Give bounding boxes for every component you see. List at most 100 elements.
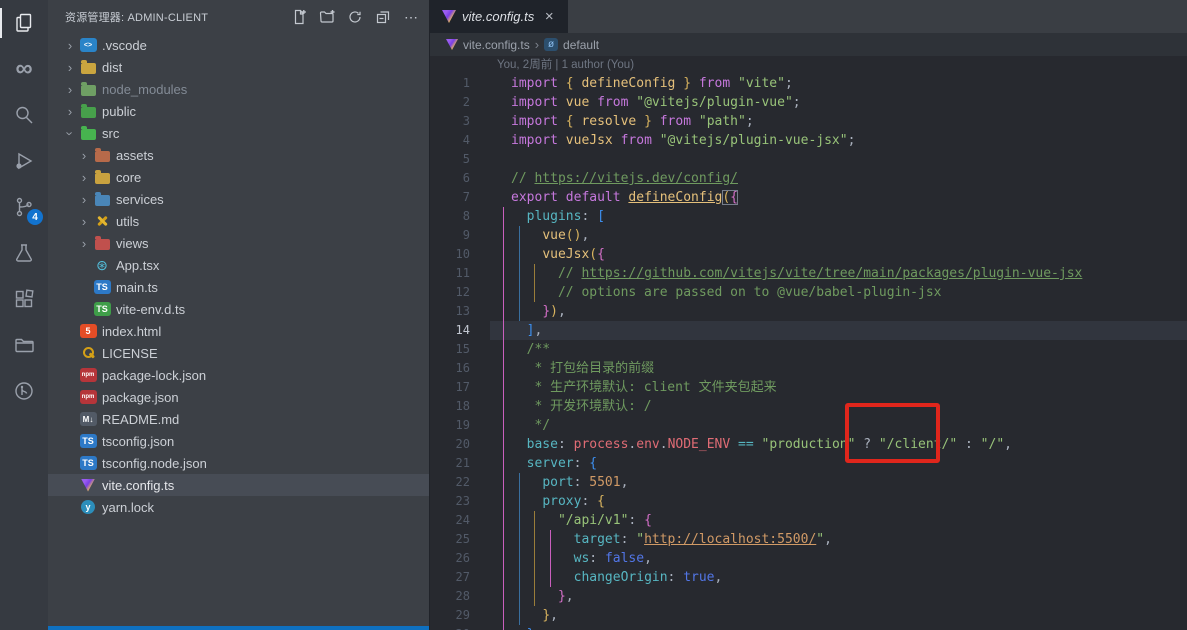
infinity-extension-icon[interactable]: ∞ <box>0 46 48 92</box>
code-line-17[interactable]: 17 * 生产环境默认: client 文件夹包起来 <box>430 378 1187 397</box>
code-line-8[interactable]: 8 plugins: [ <box>430 207 1187 226</box>
refresh-button[interactable] <box>345 7 365 27</box>
chevron-right-icon[interactable]: › <box>76 236 92 251</box>
chevron-right-icon[interactable]: › <box>62 60 78 75</box>
tree-item-vite-env.d.ts[interactable]: TSvite-env.d.ts <box>48 298 429 320</box>
extensions-icon[interactable] <box>0 276 48 322</box>
code-line-3[interactable]: 3import { resolve } from "path"; <box>430 112 1187 131</box>
code-text: * 打包给目录的前缀 <box>511 359 654 378</box>
code-line-6[interactable]: 6// https://vitejs.dev/config/ <box>430 169 1187 188</box>
tree-item-utils[interactable]: ›utils <box>48 210 429 232</box>
folder-explorer-icon[interactable] <box>0 322 48 368</box>
code-line-26[interactable]: 26 ws: false, <box>430 549 1187 568</box>
code-line-14[interactable]: 14 ],You, 2周前 • ✨前端 ui 升级 暗黑主题 … <box>430 321 1187 340</box>
code-line-23[interactable]: 23 proxy: { <box>430 492 1187 511</box>
code-text: // https://github.com/vitejs/vite/tree/m… <box>511 264 1082 283</box>
typescript-file-icon: TS <box>78 456 98 470</box>
run-and-debug-icon[interactable] <box>0 138 48 184</box>
tab-vite-config[interactable]: vite.config.ts × <box>430 0 568 33</box>
tree-item-App.tsx[interactable]: ⊛App.tsx <box>48 254 429 276</box>
more-actions-button[interactable]: ⋯ <box>401 7 421 27</box>
tree-item-main.ts[interactable]: TSmain.ts <box>48 276 429 298</box>
new-file-button[interactable] <box>289 7 309 27</box>
code-line-22[interactable]: 22 port: 5501, <box>430 473 1187 492</box>
code-line-2[interactable]: 2import vue from "@vitejs/plugin-vue"; <box>430 93 1187 112</box>
tree-item-LICENSE[interactable]: LICENSE <box>48 342 429 364</box>
tree-item-index.html[interactable]: 5index.html <box>48 320 429 342</box>
tree-item-tsconfig.json[interactable]: TStsconfig.json <box>48 430 429 452</box>
new-folder-button[interactable] <box>317 7 337 27</box>
code-line-15[interactable]: 15 /** <box>430 340 1187 359</box>
npm-file-icon: npm <box>78 390 98 404</box>
tree-item-assets[interactable]: › assets <box>48 144 429 166</box>
tree-item-core[interactable]: ›core <box>48 166 429 188</box>
code-line-19[interactable]: 19 */ <box>430 416 1187 435</box>
code-line-30[interactable]: 30 }, <box>430 625 1187 630</box>
code-line-25[interactable]: 25 target: "http://localhost:5500/", <box>430 530 1187 549</box>
testing-icon[interactable] <box>0 230 48 276</box>
code-line-9[interactable]: 9 vue(), <box>430 226 1187 245</box>
tree-item-yarn.lock[interactable]: yyarn.lock <box>48 496 429 518</box>
line-number: 14 <box>430 321 470 340</box>
chevron-right-icon[interactable]: › <box>76 170 92 185</box>
tree-item-label: views <box>116 236 149 251</box>
collapse-all-button[interactable] <box>373 7 393 27</box>
tree-item-public[interactable]: › public <box>48 100 429 122</box>
explorer-icon[interactable] <box>0 0 48 46</box>
code-line-27[interactable]: 27 changeOrigin: true, <box>430 568 1187 587</box>
tree-item-package.json[interactable]: npmpackage.json <box>48 386 429 408</box>
code-line-4[interactable]: 4import vueJsx from "@vitejs/plugin-vue-… <box>430 131 1187 150</box>
tree-item-tsconfig.node.json[interactable]: TStsconfig.node.json <box>48 452 429 474</box>
tree-item-node_modules[interactable]: ›node_modules <box>48 78 429 100</box>
code-line-28[interactable]: 28 }, <box>430 587 1187 606</box>
chevron-right-icon[interactable]: › <box>62 38 78 53</box>
tree-item-src[interactable]: ›src <box>48 122 429 144</box>
code-line-24[interactable]: 24 "/api/v1": { <box>430 511 1187 530</box>
code-line-11[interactable]: 11 // https://github.com/vitejs/vite/tre… <box>430 264 1187 283</box>
line-number: 7 <box>430 188 470 207</box>
line-number: 8 <box>430 207 470 226</box>
breadcrumb-file[interactable]: vite.config.ts <box>446 38 530 52</box>
tab-close-icon[interactable]: × <box>540 8 558 26</box>
breadcrumb-symbol-default[interactable]: ø default <box>544 38 599 52</box>
search-icon[interactable] <box>0 92 48 138</box>
chevron-right-icon[interactable]: › <box>76 214 92 229</box>
chevron-right-icon[interactable]: › <box>76 148 92 163</box>
code-line-13[interactable]: 13 }), <box>430 302 1187 321</box>
codelens-blame[interactable]: You, 2周前 | 1 author (You) <box>430 56 1187 74</box>
code-text: }, <box>511 587 574 606</box>
code-line-7[interactable]: 7export default defineConfig({ <box>430 188 1187 207</box>
code-text: ws: false, <box>511 549 652 568</box>
tree-item-.vscode[interactable]: ›<>.vscode <box>48 34 429 56</box>
chevron-right-icon[interactable]: › <box>62 82 78 97</box>
code-line-10[interactable]: 10 vueJsx({ <box>430 245 1187 264</box>
code-line-5[interactable]: 5 <box>430 150 1187 169</box>
tree-item-dist[interactable]: ›dist <box>48 56 429 78</box>
chevron-down-icon[interactable]: › <box>63 125 78 141</box>
code-line-1[interactable]: 1import { defineConfig } from "vite"; <box>430 74 1187 93</box>
code-line-16[interactable]: 16 * 打包给目录的前缀 <box>430 359 1187 378</box>
html-file-icon: 5 <box>78 324 98 338</box>
tree-item-label: public <box>102 104 136 119</box>
code-line-29[interactable]: 29 }, <box>430 606 1187 625</box>
source-control-icon[interactable]: 4 <box>0 184 48 230</box>
tree-item-label: yarn.lock <box>102 500 154 515</box>
tree-item-vite.config.ts[interactable]: vite.config.ts <box>48 474 429 496</box>
line-number: 3 <box>430 112 470 131</box>
code-line-18[interactable]: 18 * 开发环境默认: / <box>430 397 1187 416</box>
chevron-right-icon[interactable]: › <box>62 104 78 119</box>
breadcrumb-separator: › <box>535 37 539 52</box>
explorer-header: 资源管理器: ADMIN-CLIENT ⋯ <box>48 0 429 34</box>
tree-item-label: assets <box>116 148 154 163</box>
code-line-21[interactable]: 21 server: { <box>430 454 1187 473</box>
vite-icon <box>446 39 458 50</box>
tree-item-services[interactable]: ›services <box>48 188 429 210</box>
git-history-icon[interactable] <box>0 368 48 414</box>
tree-item-package-lock.json[interactable]: npmpackage-lock.json <box>48 364 429 386</box>
tree-item-views[interactable]: › views <box>48 232 429 254</box>
code-line-20[interactable]: 20 base: process.env.NODE_ENV == "produc… <box>430 435 1187 454</box>
explorer-sidebar: 资源管理器: ADMIN-CLIENT ⋯ ›<>.vscode›dist›no… <box>48 0 429 630</box>
tree-item-README.md[interactable]: M↓README.md <box>48 408 429 430</box>
code-line-12[interactable]: 12 // options are passed on to @vue/babe… <box>430 283 1187 302</box>
chevron-right-icon[interactable]: › <box>76 192 92 207</box>
